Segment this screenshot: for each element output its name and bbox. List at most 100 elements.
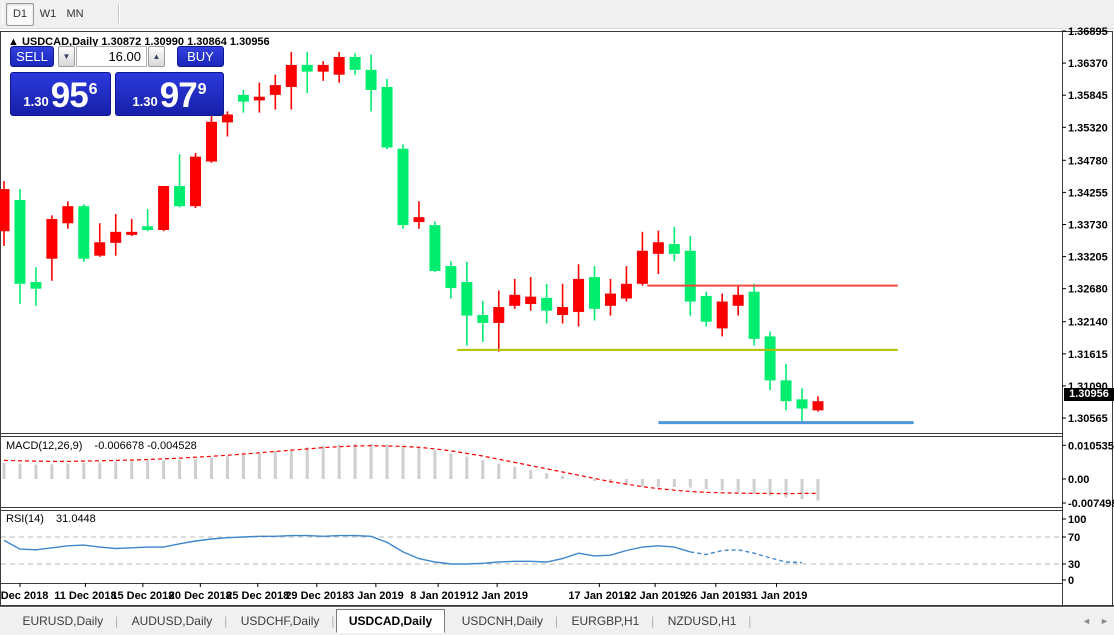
sell-price-big: 95 [51,79,88,112]
macd-indicator-label: MACD(12,26,9) -0.006678 -0.004528 [6,440,197,452]
macd-name: MACD(12,26,9) [6,440,82,452]
svg-text:30: 30 [1068,559,1080,571]
candle-body [717,302,728,329]
svg-text:1.33730: 1.33730 [1068,220,1108,232]
sell-button[interactable]: SELL [10,46,54,67]
candle-body [541,298,552,311]
candle-body [238,95,249,102]
candle-body [30,282,41,289]
candle-body [621,284,632,299]
rsi-indicator-label: RSI(14) 31.0448 [6,513,96,525]
svg-text:3 Jan 2019: 3 Jan 2019 [348,590,404,602]
svg-text:1.30565: 1.30565 [1068,413,1108,425]
candle-body [46,219,57,259]
candle-body [573,279,584,312]
candle-body [302,65,313,72]
candle-body [174,186,185,206]
candle-body [509,295,520,306]
svg-text:31 Jan 2019: 31 Jan 2019 [746,590,808,602]
volume-decrease-button[interactable]: ▼ [58,46,75,67]
candle-body [429,225,440,271]
svg-text:1.36370: 1.36370 [1068,58,1108,70]
candle-body [366,70,377,90]
candle-body [382,87,393,148]
candle-body [142,226,153,230]
candle-body [493,307,504,323]
candle-body [14,200,25,284]
ohlc-close: 1.30956 [230,36,270,48]
sell-price-prefix: 1.30 [23,92,48,112]
svg-text:0.00: 0.00 [1068,474,1089,486]
candle-body [270,85,281,95]
candle-body [733,295,744,306]
candle-body [461,282,472,316]
rsi-line [4,536,690,564]
candle-body [126,232,137,235]
svg-text:70: 70 [1068,532,1080,544]
svg-text:29 Dec 2018: 29 Dec 2018 [285,590,348,602]
candle-body [286,65,297,87]
volume-input[interactable]: 16.00 [76,46,147,67]
svg-text:20 Dec 2018: 20 Dec 2018 [169,590,232,602]
buy-button[interactable]: BUY [177,46,224,67]
candle-body [190,157,201,207]
macd-values: -0.006678 -0.004528 [95,440,197,452]
candle-body [797,399,808,408]
candle-body [781,380,792,401]
svg-text:12 Jan 2019: 12 Jan 2019 [466,590,528,602]
svg-text:25 Dec 2018: 25 Dec 2018 [226,590,289,602]
sell-price-panel[interactable]: 1.30 95 6 [10,72,111,116]
candle-body [206,122,217,162]
current-price-tag: 1.30956 [1064,388,1114,401]
volume-increase-button[interactable]: ▲ [148,46,165,67]
candle-body [110,232,121,243]
svg-text:1.35845: 1.35845 [1068,90,1108,102]
svg-text:0.010535: 0.010535 [1068,440,1114,452]
candle-body [398,149,409,225]
candle-body [701,296,712,322]
buy-price-big: 97 [160,79,197,112]
rsi-name: RSI(14) [6,513,44,525]
candle-body [78,206,89,259]
candle-body [334,57,345,75]
svg-text:1.32680: 1.32680 [1068,284,1108,296]
rsi-line-dashed [690,550,802,563]
svg-text:0: 0 [1068,575,1074,587]
candle-body [749,292,760,339]
candle-body [62,206,73,223]
buy-price-panel[interactable]: 1.30 97 9 [115,72,224,116]
svg-text:1.32140: 1.32140 [1068,317,1108,329]
candle-body [0,189,10,231]
candle-body [653,242,664,254]
one-click-trading-panel: SELL ▼ 16.00 ▲ BUY 1.30 95 6 1.30 97 9 [10,46,224,116]
candle-body [765,336,776,380]
svg-text:1.34780: 1.34780 [1068,155,1108,167]
tab-usdcad-daily[interactable]: USDCAD,Daily [336,609,445,633]
candle-body [812,401,823,410]
svg-text:1.33205: 1.33205 [1068,252,1108,264]
rsi-value: 31.0448 [56,513,96,525]
buy-price-prefix: 1.30 [132,92,157,112]
svg-text:17 Jan 2019: 17 Jan 2019 [568,590,630,602]
svg-text:1.34255: 1.34255 [1068,187,1108,199]
svg-text:1.36895: 1.36895 [1068,26,1108,38]
svg-text:8 Jan 2019: 8 Jan 2019 [410,590,466,602]
trading-terminal-window: D1 W1 MN 1.368951.363701.358451.353201.3… [0,0,1114,635]
candle-body [685,251,696,302]
candle-body [605,294,616,306]
candle-body [318,65,329,72]
svg-text:-0.007498: -0.007498 [1068,498,1114,510]
svg-text:15 Dec 2018: 15 Dec 2018 [111,590,174,602]
svg-text:1.31615: 1.31615 [1068,349,1108,361]
svg-text:11 Dec 2018: 11 Dec 2018 [54,590,116,602]
candle-body [557,307,568,315]
svg-text:6 Dec 2018: 6 Dec 2018 [0,590,48,602]
candle-body [589,277,600,309]
candle-body [254,97,265,101]
candle-body [525,297,536,304]
svg-text:100: 100 [1068,514,1086,526]
candle-body [445,266,456,288]
candle-body [350,57,361,70]
candle-body [669,244,680,254]
candle-body [413,217,424,222]
